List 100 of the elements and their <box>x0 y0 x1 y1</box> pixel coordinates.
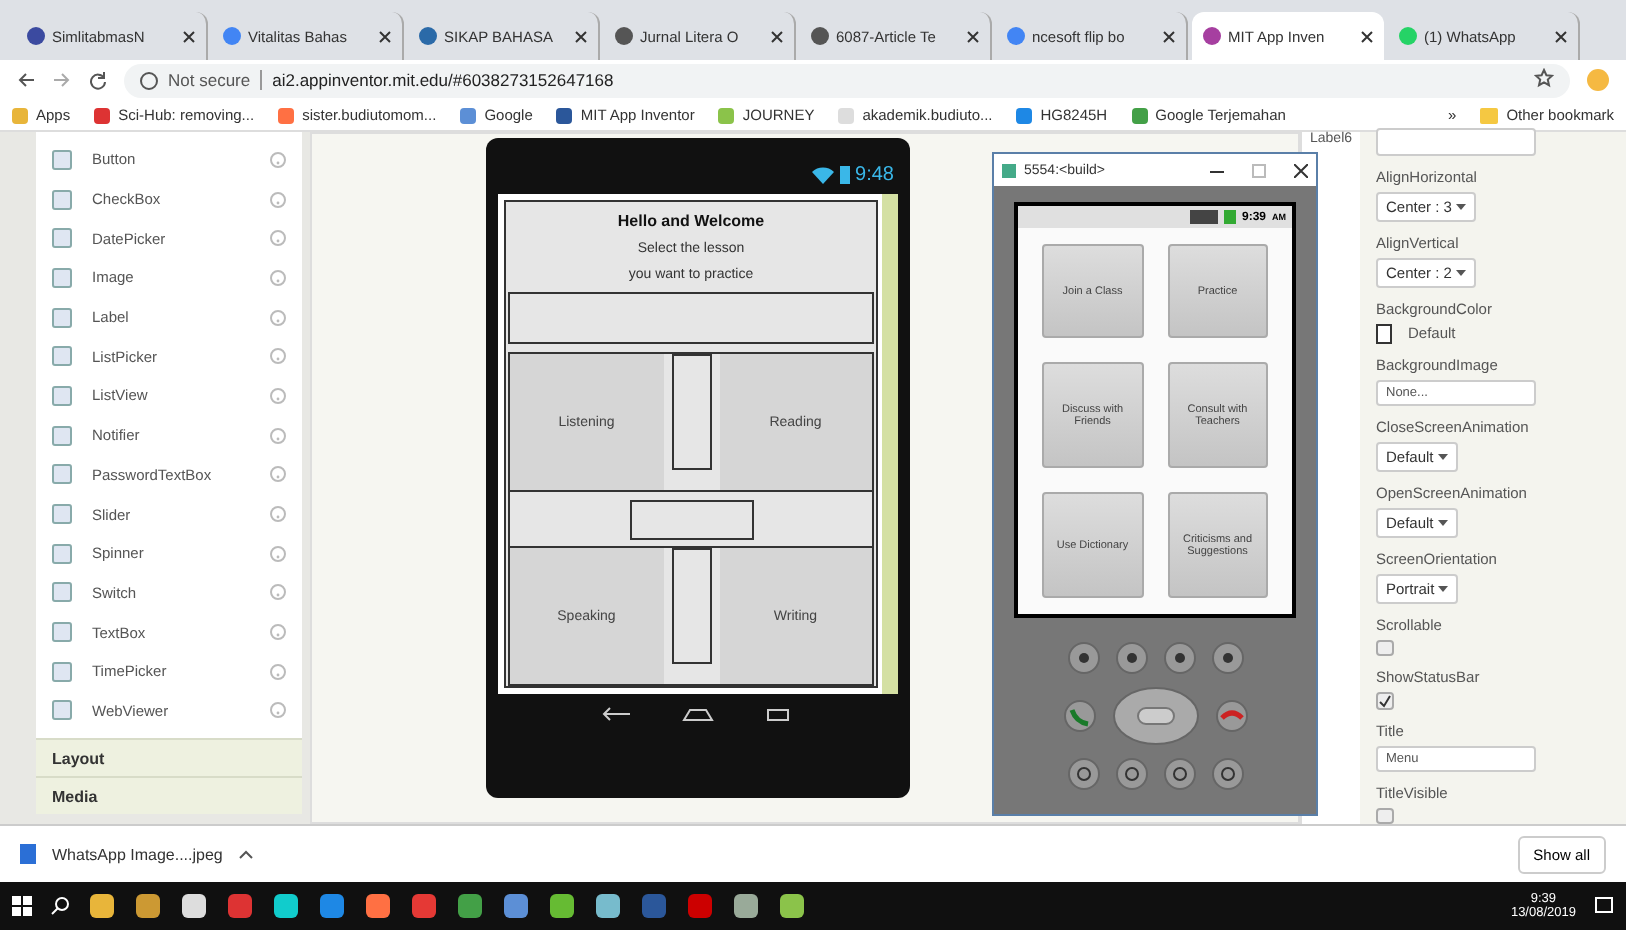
bookmark-icon <box>556 107 573 123</box>
component-icon <box>52 189 72 210</box>
windows-icon[interactable] <box>12 896 32 916</box>
close-icon[interactable] <box>966 29 980 43</box>
file-icon <box>20 844 36 864</box>
color-swatch[interactable] <box>1376 323 1392 344</box>
security-label: Not secure <box>168 70 251 90</box>
help-icon <box>270 309 286 326</box>
close-icon[interactable] <box>770 29 784 43</box>
close-icon[interactable] <box>1554 29 1568 43</box>
help-icon <box>270 545 286 562</box>
help-icon <box>270 151 286 168</box>
site-icon <box>222 26 242 46</box>
app-icon[interactable] <box>502 892 530 920</box>
bookmark-icon <box>278 107 295 123</box>
app-icon[interactable] <box>134 892 162 920</box>
app-icon[interactable] <box>594 892 622 920</box>
wifi-icon <box>811 165 834 183</box>
close-icon[interactable] <box>1360 29 1374 43</box>
caret-icon[interactable] <box>238 848 255 860</box>
caret-icon <box>1437 454 1448 462</box>
site-icon <box>1202 26 1222 46</box>
property-checkbox[interactable] <box>1376 640 1394 656</box>
component-icon <box>52 267 72 288</box>
app-icon[interactable] <box>272 892 300 920</box>
bookmark-icon <box>1016 107 1033 123</box>
app-icon[interactable] <box>364 892 392 920</box>
close-icon[interactable] <box>574 29 588 43</box>
app-icon <box>1002 163 1016 177</box>
component-icon <box>52 346 72 367</box>
site-icon <box>418 26 438 46</box>
palette-section[interactable]: Media <box>36 776 302 815</box>
component-icon <box>52 425 72 446</box>
help-icon <box>270 663 286 680</box>
help-icon <box>270 466 286 483</box>
component-icon <box>52 543 72 564</box>
help-icon <box>270 269 286 286</box>
component-icon <box>52 700 72 721</box>
help-icon <box>270 506 286 523</box>
check-icon <box>1378 693 1392 708</box>
app-icon[interactable] <box>180 892 208 920</box>
component-icon <box>52 504 72 525</box>
reload-icon[interactable] <box>88 70 108 90</box>
component-icon <box>52 464 72 485</box>
app-icon[interactable] <box>88 892 116 920</box>
palette-section[interactable]: Layout <box>36 738 302 777</box>
component-icon <box>52 149 72 170</box>
component-icon <box>52 622 72 643</box>
bookmark-icon <box>460 107 477 123</box>
folder-icon <box>1480 107 1499 123</box>
property-checkbox[interactable] <box>1376 691 1394 710</box>
close-icon[interactable] <box>378 29 392 43</box>
dpad-icon[interactable] <box>1111 686 1199 746</box>
site-icon <box>1006 26 1026 46</box>
signal-icon <box>1189 210 1218 224</box>
recents-icon[interactable] <box>762 706 794 722</box>
help-icon <box>270 348 286 365</box>
caret-icon <box>1456 269 1467 278</box>
bookmark-icon <box>1131 107 1148 123</box>
close-icon[interactable] <box>182 29 196 43</box>
site-icon <box>26 26 46 46</box>
component-icon <box>52 385 72 406</box>
property-checkbox[interactable] <box>1376 808 1394 825</box>
caret-icon <box>1456 203 1467 212</box>
bookmark-icon <box>838 107 855 123</box>
help-icon <box>270 702 286 719</box>
empty-arrangement <box>629 499 753 539</box>
address-bar[interactable]: Not secure ai2.appinventor.mit.edu/#6038273152647168 <box>124 63 1570 97</box>
star-icon[interactable] <box>1534 68 1554 88</box>
app-icon[interactable] <box>456 892 484 920</box>
help-icon <box>270 624 286 641</box>
app-icon[interactable] <box>778 892 806 920</box>
site-icon <box>614 26 634 46</box>
bookmark-icon <box>12 107 28 123</box>
bookmark-icon <box>94 107 111 123</box>
help-icon <box>270 230 286 247</box>
help-icon <box>270 387 286 404</box>
component-icon <box>52 307 72 328</box>
caret-icon <box>1438 586 1449 594</box>
battery-icon <box>839 165 850 183</box>
component-icon <box>52 582 72 603</box>
help-icon <box>270 427 286 444</box>
help-icon <box>270 584 286 601</box>
help-icon <box>270 191 286 208</box>
component-icon <box>52 228 72 249</box>
caret-icon <box>1437 520 1448 528</box>
bookmark-icon <box>718 107 735 123</box>
app-icon[interactable] <box>732 892 760 920</box>
site-icon <box>810 26 830 46</box>
close-icon[interactable] <box>1162 29 1176 43</box>
component-icon <box>52 661 72 682</box>
notification-icon[interactable] <box>1594 896 1614 916</box>
close-icon[interactable] <box>1294 163 1308 177</box>
status-time: 9:48 <box>855 163 894 185</box>
app-icon[interactable] <box>548 892 576 920</box>
site-icon <box>1398 26 1418 46</box>
welcome-title: Hello and Welcome <box>617 212 765 230</box>
battery-icon <box>1223 210 1236 224</box>
download-file[interactable]: WhatsApp Image....jpeg <box>52 845 223 863</box>
info-icon <box>140 71 158 89</box>
